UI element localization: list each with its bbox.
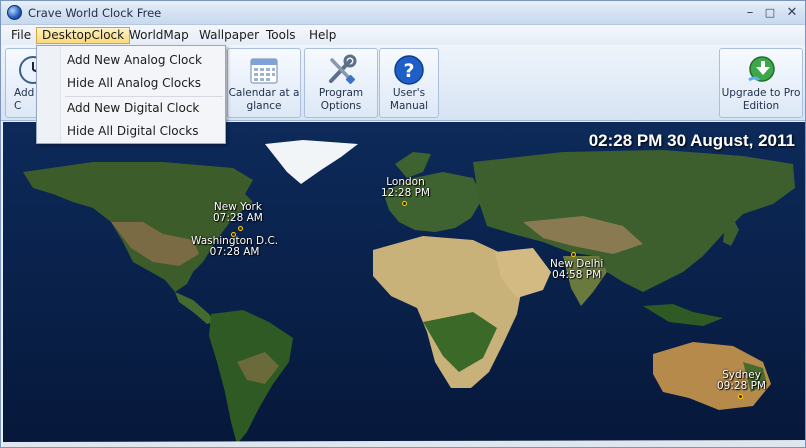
user-manual-label: User's Manual [389,87,429,112]
svg-text:?: ? [403,60,414,82]
upgrade-pro-button[interactable]: Upgrade to Pro Edition [719,48,803,118]
city-label-sydney[interactable]: Sydney 09:28 PM [717,370,766,392]
city-marker[interactable] [738,394,743,399]
city-label-new-york[interactable]: New York 07:28 AM [213,202,263,224]
menu-file[interactable]: File [6,27,36,44]
calendar-icon [250,58,278,84]
menu-item-hide-analog-clocks[interactable]: Hide All Analog Clocks [67,76,201,90]
city-label-new-delhi[interactable]: New Delhi 04:58 PM [550,259,603,281]
menu-bar: File DesktopClock WorldMap Wallpaper Too… [1,25,805,45]
desktopclock-dropdown: Add New Analog Clock Hide All Analog Clo… [36,45,226,144]
close-button[interactable]: ✕ [781,4,803,21]
minimize-button[interactable]: – [739,4,761,21]
city-time: 12:28 PM [381,187,430,199]
city-time: 07:28 AM [209,246,260,258]
user-manual-button[interactable]: ? User's Manual [379,48,439,118]
calendar-label: Calendar at a glance [228,87,300,112]
world-map-image [3,122,805,447]
menu-desktopclock[interactable]: DesktopClock [36,27,131,44]
menu-tools[interactable]: Tools [261,27,301,44]
title-bar[interactable]: Crave World Clock Free – □ ✕ [1,1,805,25]
menu-item-hide-digital-clocks[interactable]: Hide All Digital Clocks [67,124,198,138]
menu-wallpaper[interactable]: Wallpaper [194,27,264,44]
menu-worldmap[interactable]: WorldMap [124,27,194,44]
upgrade-label: Upgrade to Pro Edition [721,87,801,112]
maximize-button[interactable]: □ [759,4,781,21]
city-time: 04:58 PM [552,269,602,281]
menu-separator [65,96,223,97]
program-options-button[interactable]: Program Options [304,48,378,118]
help-icon: ? [394,55,424,85]
city-marker[interactable] [402,201,407,206]
app-window: Crave World Clock Free – □ ✕ File Deskto… [0,0,806,448]
world-map[interactable]: 02:28 PM 30 August, 2011 London 12:28 PM… [3,122,805,447]
menu-item-add-digital-clock[interactable]: Add New Digital Clock [67,101,199,115]
main-clock-display: 02:28 PM 30 August, 2011 [588,131,795,150]
menu-help[interactable]: Help [304,27,341,44]
tools-icon [329,54,357,85]
city-time: 07:28 AM [213,212,263,224]
city-time: 09:28 PM [717,380,766,392]
globe-icon [7,5,22,20]
window-title: Crave World Clock Free [28,6,162,20]
city-marker[interactable] [238,226,243,231]
menu-item-add-analog-clock[interactable]: Add New Analog Clock [67,53,202,67]
city-marker[interactable] [571,252,576,257]
city-marker[interactable] [231,232,236,237]
city-label-washington[interactable]: Washington D.C. 07:28 AM [191,236,278,258]
calendar-button[interactable]: Calendar at a glance [227,48,301,118]
program-options-label: Program Options [318,87,364,112]
menu-gutter [37,46,61,143]
upgrade-icon [748,56,775,82]
city-label-london[interactable]: London 12:28 PM [381,177,430,199]
